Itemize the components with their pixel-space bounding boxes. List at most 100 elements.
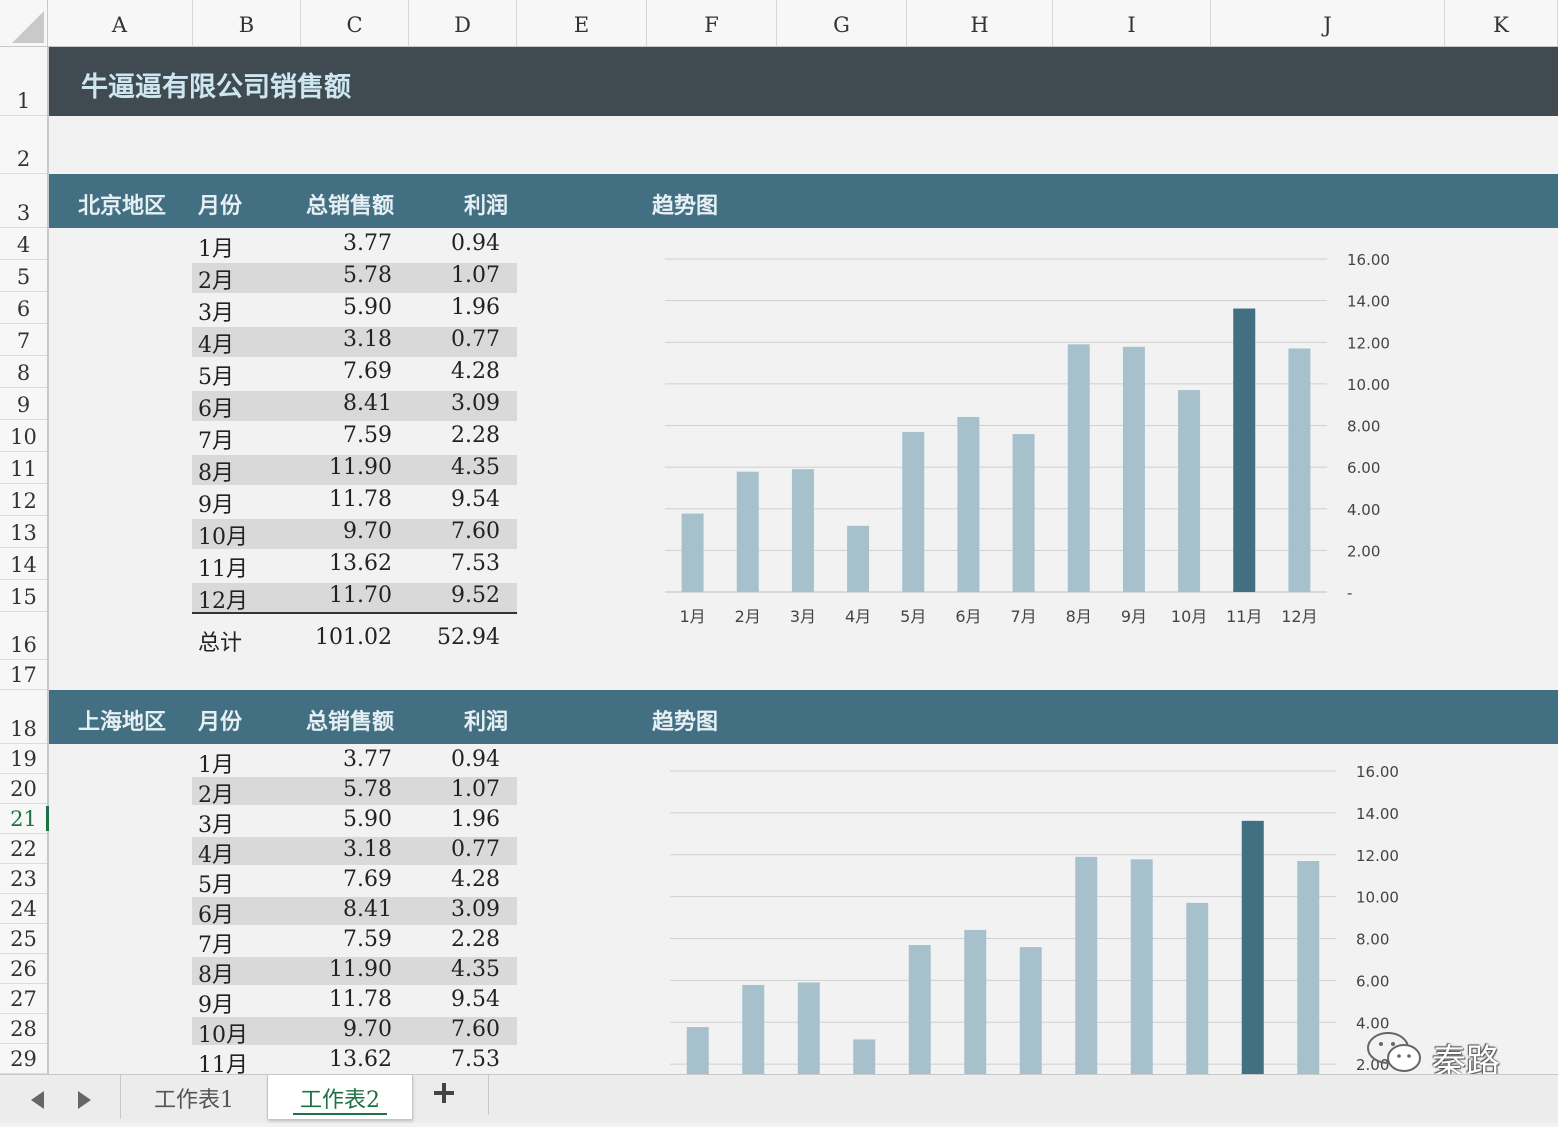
row-header-1[interactable]: 1	[0, 47, 47, 116]
row-header-21[interactable]: 21	[0, 804, 49, 834]
table-row[interactable]: 8月 11.90 4.35	[192, 957, 517, 988]
table-row[interactable]: 8月 11.90 4.35	[192, 455, 517, 486]
row-header-29[interactable]: 29	[0, 1044, 47, 1074]
bar-5[interactable]	[902, 431, 925, 592]
triangle-right-icon[interactable]	[74, 1089, 94, 1111]
bar-1[interactable]	[681, 513, 704, 592]
table-row[interactable]: 3月 5.90 1.96	[192, 295, 517, 326]
column-header-f[interactable]: F	[647, 0, 777, 46]
sales-cell: 7.69	[343, 359, 392, 384]
bar-3[interactable]	[791, 469, 814, 592]
column-header-j[interactable]: J	[1211, 0, 1445, 46]
row-header-22[interactable]: 22	[0, 834, 47, 864]
table-row[interactable]: 3月 5.90 1.96	[192, 807, 517, 838]
table-row[interactable]: 6月 8.41 3.09	[192, 897, 517, 928]
table-row[interactable]: 4月 3.18 0.77	[192, 837, 517, 868]
bar-9[interactable]	[1130, 859, 1153, 1074]
table-row[interactable]: 5月 7.69 4.28	[192, 359, 517, 390]
row-header-8[interactable]: 8	[0, 356, 47, 388]
row-header-27[interactable]: 27	[0, 984, 47, 1014]
table-row[interactable]: 1月 3.77 0.94	[192, 231, 517, 262]
row-header-17[interactable]: 17	[0, 660, 47, 690]
table-row[interactable]: 9月 11.78 9.54	[192, 987, 517, 1018]
table-row[interactable]: 11月 13.62 7.53	[192, 1047, 517, 1078]
row-header-6[interactable]: 6	[0, 292, 47, 324]
sales-cell: 8.41	[343, 897, 392, 922]
table-row[interactable]: 5月 7.69 4.28	[192, 867, 517, 898]
row-header-12[interactable]: 12	[0, 484, 47, 516]
bar-12[interactable]	[1288, 348, 1311, 592]
trend-chart-beijing[interactable]: - 2.00 4.00 6.00 8.00 10.00 12.00 14.00 16.00 1月 2…	[655, 240, 1415, 640]
plus-icon[interactable]	[432, 1081, 456, 1105]
table-row[interactable]: 11月 13.62 7.53	[192, 551, 517, 582]
y-tick-label: 8.00	[1347, 418, 1380, 436]
table-row[interactable]: 9月 11.78 9.54	[192, 487, 517, 518]
bar-4[interactable]	[853, 1039, 876, 1074]
bar-1[interactable]	[686, 1027, 709, 1074]
bar-5[interactable]	[908, 944, 931, 1074]
table-row[interactable]: 7月 7.59 2.28	[192, 423, 517, 454]
row-header-19[interactable]: 19	[0, 744, 47, 774]
column-header-d[interactable]: D	[409, 0, 517, 46]
row-header-7[interactable]: 7	[0, 324, 47, 356]
sheet-tab-1[interactable]: 工作表1	[120, 1075, 268, 1119]
bar-6[interactable]	[964, 929, 987, 1074]
column-header-b[interactable]: B	[193, 0, 301, 46]
row-header-26[interactable]: 26	[0, 954, 47, 984]
row-header-bar: 1 2 3 4 5 6 7 8 9 10 11 12 13 14 15 16 17 18 19 20 21 22 23 24 2…	[0, 47, 49, 1074]
row-header-14[interactable]: 14	[0, 548, 47, 580]
column-header-e[interactable]: E	[517, 0, 647, 46]
bar-9[interactable]	[1122, 346, 1145, 592]
row-header-23[interactable]: 23	[0, 864, 47, 894]
table-row[interactable]: 7月 7.59 2.28	[192, 927, 517, 958]
row-header-5[interactable]: 5	[0, 260, 47, 292]
bar-7[interactable]	[1019, 947, 1042, 1074]
bar-11[interactable]	[1241, 820, 1264, 1074]
row-header-3[interactable]: 3	[0, 174, 47, 228]
row-header-25[interactable]: 25	[0, 924, 47, 954]
total-row[interactable]: 总计 101.02 52.94	[192, 625, 517, 656]
row-header-16[interactable]: 16	[0, 612, 47, 660]
column-header-a[interactable]: A	[47, 0, 193, 46]
bar-7[interactable]	[1012, 434, 1035, 592]
select-all-corner[interactable]	[0, 0, 48, 46]
row-header-18[interactable]: 18	[0, 690, 47, 744]
bar-8[interactable]	[1075, 856, 1098, 1074]
trend-chart-shanghai[interactable]: 2.004.006.008.0010.0012.0014.0016.00	[660, 752, 1420, 1074]
bar-8[interactable]	[1067, 344, 1090, 592]
row-header-4[interactable]: 4	[0, 228, 47, 260]
bar-10[interactable]	[1186, 902, 1209, 1074]
table-row[interactable]: 10月 9.70 7.60	[192, 519, 517, 550]
row-header-15[interactable]: 15	[0, 580, 47, 612]
table-row[interactable]: 10月 9.70 7.60	[192, 1017, 517, 1048]
bar-10[interactable]	[1178, 390, 1201, 592]
row-header-13[interactable]: 13	[0, 516, 47, 548]
column-header-k[interactable]: K	[1445, 0, 1558, 46]
bar-11[interactable]	[1233, 308, 1256, 592]
table-row[interactable]: 2月 5.78 1.07	[192, 777, 517, 808]
column-header-h[interactable]: H	[907, 0, 1053, 46]
row-header-11[interactable]: 11	[0, 452, 47, 484]
column-header-g[interactable]: G	[777, 0, 907, 46]
row-header-28[interactable]: 28	[0, 1014, 47, 1044]
sheet-tab-2[interactable]: 工作表2	[268, 1075, 413, 1119]
row-header-9[interactable]: 9	[0, 388, 47, 420]
bar-2[interactable]	[742, 984, 765, 1074]
row-header-10[interactable]: 10	[0, 420, 47, 452]
table-row[interactable]: 12月 11.70 9.52	[192, 583, 517, 614]
table-row[interactable]: 4月 3.18 0.77	[192, 327, 517, 358]
table-row[interactable]: 6月 8.41 3.09	[192, 391, 517, 422]
bar-3[interactable]	[797, 982, 820, 1074]
bar-4[interactable]	[847, 525, 870, 592]
column-header-c[interactable]: C	[301, 0, 409, 46]
row-header-2[interactable]: 2	[0, 116, 47, 174]
column-header-i[interactable]: I	[1053, 0, 1211, 46]
bar-12[interactable]	[1297, 861, 1320, 1074]
bar-2[interactable]	[736, 471, 759, 592]
row-header-20[interactable]: 20	[0, 774, 47, 804]
triangle-left-icon[interactable]	[28, 1089, 48, 1111]
bar-6[interactable]	[957, 416, 980, 592]
table-row[interactable]: 1月 3.77 0.94	[192, 747, 517, 778]
table-row[interactable]: 2月 5.78 1.07	[192, 263, 517, 294]
row-header-24[interactable]: 24	[0, 894, 47, 924]
